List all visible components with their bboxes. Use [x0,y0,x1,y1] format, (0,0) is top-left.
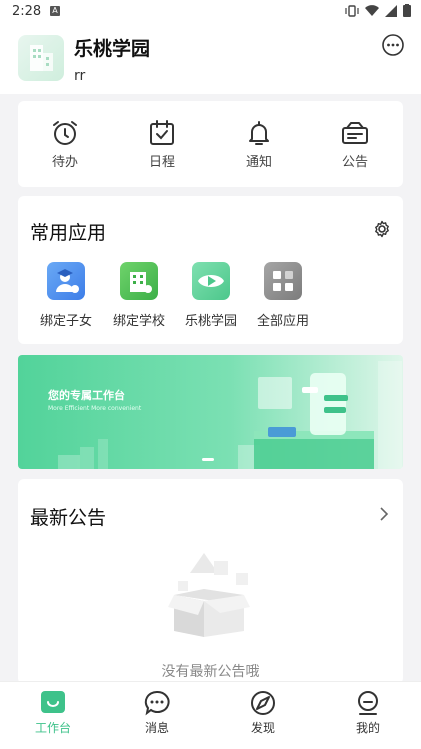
vibrate-icon [345,4,359,17]
discover-icon [251,691,275,715]
bind-school-icon [120,262,158,300]
chevron-right-icon[interactable] [379,507,389,521]
tab-workbench[interactable]: 工作台 [23,690,83,736]
bottom-tabbar: 工作台 消息 发现 我的 [0,681,421,749]
banner-city-illustration [58,361,402,469]
quick-action-label: 待办 [51,155,78,170]
banner-subtitle: More Efficient More convenient [48,405,142,412]
school-name[interactable]: 乐桃学园 [74,34,150,61]
building-icon [30,45,53,71]
bell-icon [249,121,269,145]
calendar-check-icon [150,120,174,145]
quick-action-notify[interactable]: 通知 [229,119,289,170]
bind-child-icon [47,262,85,300]
tab-profile[interactable]: 我的 [338,690,398,736]
tab-label: 消息 [144,721,169,735]
tab-messages[interactable]: 消息 [127,690,187,736]
banner-page-indicator [202,458,214,461]
status-time: 2:28 [12,4,42,19]
signal-icon [385,4,397,17]
app-bind-child[interactable]: 绑定子女 [28,262,104,329]
more-options-icon[interactable] [381,33,405,57]
user-name: rr [74,68,86,84]
tab-label: 我的 [355,721,380,735]
wifi-icon [365,4,379,16]
quick-actions-card: 待办 日程 通知 公告 [18,101,403,187]
all-apps-icon [264,262,302,300]
announcement-box-icon [342,122,368,144]
quick-action-schedule[interactable]: 日程 [132,119,192,170]
empty-box-illustration [168,553,250,637]
quick-action-announcement[interactable]: 公告 [325,119,385,170]
common-apps-card: 常用应用 绑定子女 绑定学校 乐桃学园 全部应用 [18,196,403,344]
latest-notices-card: 最新公告 没有最新公告哦 [18,479,403,684]
app-bind-school[interactable]: 绑定学校 [101,262,177,329]
status-bar: 2:28 A [0,0,421,24]
app-all-apps[interactable]: 全部应用 [245,262,321,329]
quick-action-label: 日程 [148,155,175,170]
notification-a-icon: A [50,6,60,16]
tab-discover[interactable]: 发现 [233,690,293,736]
app-label: 绑定学校 [112,314,165,329]
quick-action-label: 公告 [341,155,368,170]
tab-label: 发现 [250,721,275,735]
header: 乐桃学园 rr [0,24,421,94]
app-label: 绑定子女 [39,314,92,329]
alarm-clock-icon [53,121,77,145]
quick-action-label: 通知 [245,155,272,170]
app-letao[interactable]: 乐桃学园 [173,262,249,329]
battery-icon [403,4,411,17]
letao-play-icon [192,262,230,300]
message-icon [144,690,170,716]
common-apps-title: 常用应用 [30,222,107,244]
app-label: 乐桃学园 [184,314,237,329]
banner-title: 您的专属工作台 [48,389,125,402]
tab-label: 工作台 [34,721,71,735]
profile-icon [358,691,378,715]
gear-icon[interactable] [373,220,391,238]
workbench-banner[interactable]: 您的专属工作台 More Efficient More convenient [18,355,403,469]
latest-notices-title: 最新公告 [30,507,107,529]
quick-action-todo[interactable]: 待办 [35,119,95,170]
empty-notices-text: 没有最新公告哦 [161,664,260,680]
app-label: 全部应用 [256,314,309,329]
workbench-icon [41,691,65,713]
school-logo [18,35,64,81]
status-icons [345,4,411,17]
